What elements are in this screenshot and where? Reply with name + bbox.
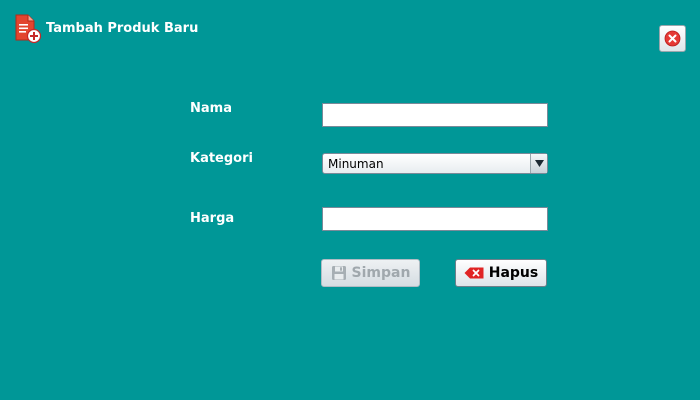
- dialog-title: Tambah Produk Baru: [46, 20, 199, 36]
- harga-label: Harga: [190, 211, 235, 226]
- hapus-button[interactable]: Hapus: [455, 259, 547, 287]
- save-icon: [331, 265, 347, 281]
- close-icon: [664, 30, 681, 47]
- chevron-down-icon[interactable]: [530, 154, 547, 173]
- simpan-label: Simpan: [351, 265, 411, 281]
- close-button[interactable]: [659, 25, 686, 52]
- kategori-label: Kategori: [190, 151, 253, 166]
- simpan-button[interactable]: Simpan: [321, 259, 420, 287]
- add-product-dialog: Tambah Produk Baru Nama Kategori Minuman…: [0, 0, 700, 400]
- delete-icon: [464, 267, 484, 279]
- nama-input[interactable]: [322, 103, 548, 127]
- kategori-selected-value: Minuman: [328, 156, 384, 171]
- document-add-icon: [14, 14, 42, 44]
- hapus-label: Hapus: [488, 265, 539, 281]
- harga-input[interactable]: [322, 207, 548, 231]
- title-bar: Tambah Produk Baru: [14, 14, 198, 44]
- kategori-select[interactable]: Minuman: [322, 153, 548, 174]
- nama-label: Nama: [190, 101, 232, 116]
